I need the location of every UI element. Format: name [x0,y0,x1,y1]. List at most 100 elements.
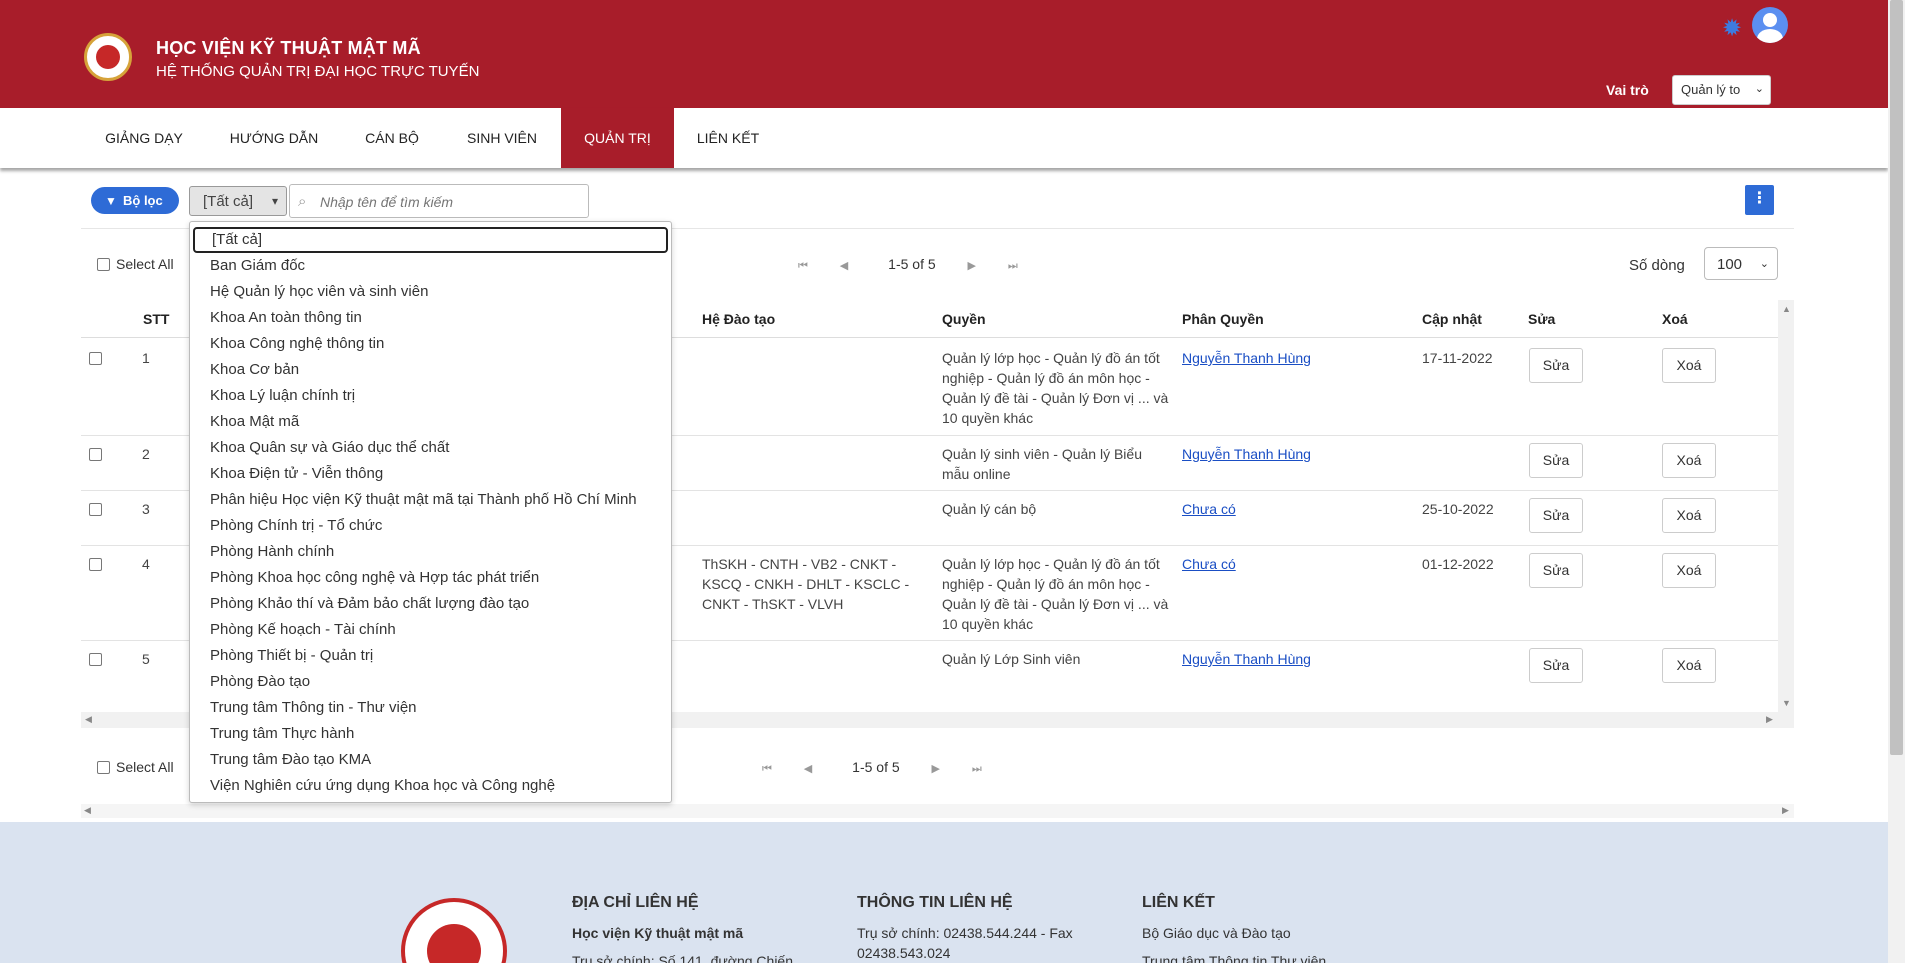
select-all-label: Select All [116,759,174,775]
row-phan-quyen-link[interactable]: Chưa có [1182,499,1236,519]
first-page-icon[interactable]: ⏮ [762,763,772,776]
row-checkbox[interactable] [89,503,102,516]
edit-button[interactable]: Sửa [1529,443,1583,478]
pager-bottom: ⏮ ◀ 1-5 of 5 ▶ ⏭ [762,759,982,776]
grid-vertical-scrollbar[interactable]: ▲ ▼ [1778,300,1794,728]
scroll-down-icon[interactable]: ▼ [1782,698,1791,708]
nav-item-quan-tri[interactable]: QUẢN TRỊ [561,108,674,168]
nav-item-giang-day[interactable]: GIẢNG DẠY [88,108,200,168]
dropdown-option[interactable]: Phòng Chính trị - Tổ chức [210,513,382,539]
footer-link-library[interactable]: Trung tâm Thông tin Thư viện [1142,953,1326,963]
dropdown-option[interactable]: Phòng Đào tạo [210,669,310,695]
column-header-stt[interactable]: STT [143,311,169,327]
delete-button[interactable]: Xoá [1662,498,1716,533]
search-box[interactable]: ⌕ [289,184,589,218]
edit-button[interactable]: Sửa [1529,348,1583,383]
page-scrollbar-thumb[interactable] [1890,0,1903,755]
column-header-phan-quyen[interactable]: Phân Quyền [1182,311,1264,327]
department-select[interactable]: [Tất cả] ▾ [189,186,287,216]
search-input[interactable] [320,191,580,213]
nav-item-lien-ket[interactable]: LIÊN KẾT [688,108,768,168]
scroll-right-icon[interactable]: ▶ [1782,805,1789,816]
more-vertical-icon[interactable]: ⋮ [1745,185,1774,215]
dropdown-option[interactable]: Khoa Điện tử - Viễn thông [210,461,383,487]
dropdown-option[interactable]: Khoa Mật mã [210,409,299,435]
row-phan-quyen-link[interactable]: Nguyễn Thanh Hùng [1182,444,1311,464]
row-phan-quyen-link[interactable]: Nguyễn Thanh Hùng [1182,649,1311,669]
dropdown-option[interactable]: Khoa Công nghệ thông tin [210,331,384,357]
row-quyen: Quản lý sinh viên - Quản lý Biểu mẫu onl… [942,446,1142,482]
row-phan-quyen-link[interactable]: Nguyễn Thanh Hùng [1182,348,1311,368]
edit-button[interactable]: Sửa [1529,648,1583,683]
delete-button[interactable]: Xoá [1662,648,1716,683]
panel-horizontal-scrollbar[interactable]: ◀ ▶ [81,804,1794,818]
edit-button[interactable]: Sửa [1529,498,1583,533]
dropdown-option[interactable]: Khoa Cơ bản [210,357,299,383]
dropdown-option[interactable]: Viện Nghiên cứu ứng dụng Khoa học và Côn… [210,773,555,799]
dropdown-option[interactable]: Phòng Khảo thí và Đảm bảo chất lượng đào… [210,591,529,617]
dropdown-option[interactable]: Trung tâm Đào tạo KMA [210,747,371,773]
select-all-checkbox[interactable] [97,761,110,774]
filter-button-label: Bộ lọc [123,193,163,208]
select-all-bottom[interactable]: Select All [97,759,174,775]
scroll-left-icon[interactable]: ◀ [85,714,92,725]
column-header-quyen[interactable]: Quyền [942,311,986,327]
dropdown-option[interactable]: Hệ Quản lý học viên và sinh viên [210,279,428,305]
next-page-icon[interactable]: ▶ [968,259,976,272]
row-he-dao-tao: ThSKH - CNTH - VB2 - CNKT - KSCQ - CNKH … [702,556,910,612]
scroll-right-icon[interactable]: ▶ [1766,714,1773,725]
dropdown-option[interactable]: Phòng Kế hoạch - Tài chính [210,617,396,643]
dropdown-option[interactable]: Phòng Hành chính [210,539,334,565]
last-page-icon[interactable]: ⏭ [972,763,982,776]
nav-item-sinh-vien[interactable]: SINH VIÊN [458,108,546,168]
row-checkbox[interactable] [89,448,102,461]
dropdown-option[interactable]: Khoa Lý luận chính trị [210,383,355,409]
role-label: Vai trò [1606,82,1649,98]
brand-subtitle: HỆ THỐNG QUẢN TRỊ ĐẠI HỌC TRỰC TUYẾN [156,63,480,80]
dropdown-option[interactable]: [Tất cả] [193,227,668,253]
row-cap-nhat: 17-11-2022 [1422,350,1493,366]
filter-button[interactable]: ▼ Bộ lọc [91,187,179,214]
role-select-value: Quản lý to [1681,82,1741,97]
select-all-checkbox[interactable] [97,258,110,271]
scroll-left-icon[interactable]: ◀ [84,805,91,816]
academy-logo[interactable] [84,33,132,81]
pager-top: ⏮ ◀ 1-5 of 5 ▶ ⏭ [798,256,1018,273]
next-page-icon[interactable]: ▶ [932,762,940,775]
select-all-top[interactable]: Select All [97,256,174,272]
column-header-sua: Sửa [1528,311,1556,327]
rows-per-page-select[interactable]: 100 ⌄ [1704,247,1778,280]
department-select-value: [Tất cả] [203,193,254,210]
nav-item-huong-dan[interactable]: HƯỚNG DẪN [216,108,332,168]
nav-item-can-bo[interactable]: CÁN BỘ [352,108,432,168]
page-scrollbar[interactable] [1888,0,1905,963]
user-avatar-icon[interactable] [1752,7,1788,43]
row-checkbox[interactable] [89,653,102,666]
role-select[interactable]: Quản lý to ⌄ [1672,75,1771,105]
first-page-icon[interactable]: ⏮ [798,260,808,273]
scroll-up-icon[interactable]: ▲ [1782,304,1791,314]
dropdown-option[interactable]: Phân hiệu Học viện Kỹ thuật mật mã tại T… [210,487,637,513]
row-checkbox[interactable] [89,352,102,365]
dropdown-option[interactable]: Phòng Khoa học công nghệ và Hợp tác phát… [210,565,539,591]
brand-title: HỌC VIỆN KỸ THUẬT MẬT MÃ [156,38,421,58]
prev-page-icon[interactable]: ◀ [804,762,812,775]
dropdown-option[interactable]: Ban Giám đốc [210,253,305,279]
delete-button[interactable]: Xoá [1662,348,1716,383]
footer-link-moet[interactable]: Bộ Giáo dục và Đào tạo [1142,925,1291,941]
last-page-icon[interactable]: ⏭ [1008,260,1018,273]
column-header-he-dao-tao[interactable]: Hệ Đào tạo [702,311,775,327]
delete-button[interactable]: Xoá [1662,553,1716,588]
dropdown-option[interactable]: Khoa An toàn thông tin [210,305,362,331]
row-phan-quyen-link[interactable]: Chưa có [1182,554,1236,574]
prev-page-icon[interactable]: ◀ [840,259,848,272]
row-checkbox[interactable] [89,558,102,571]
dropdown-option[interactable]: Trung tâm Thông tin - Thư viện [210,695,417,721]
dropdown-option[interactable]: Khoa Quân sự và Giáo dục thể chất [210,435,449,461]
column-header-cap-nhat[interactable]: Cập nhật [1422,311,1482,327]
gear-icon[interactable]: ✹ [1722,17,1746,41]
edit-button[interactable]: Sửa [1529,553,1583,588]
dropdown-option[interactable]: Trung tâm Thực hành [210,721,354,747]
delete-button[interactable]: Xoá [1662,443,1716,478]
dropdown-option[interactable]: Phòng Thiết bị - Quản trị [210,643,373,669]
